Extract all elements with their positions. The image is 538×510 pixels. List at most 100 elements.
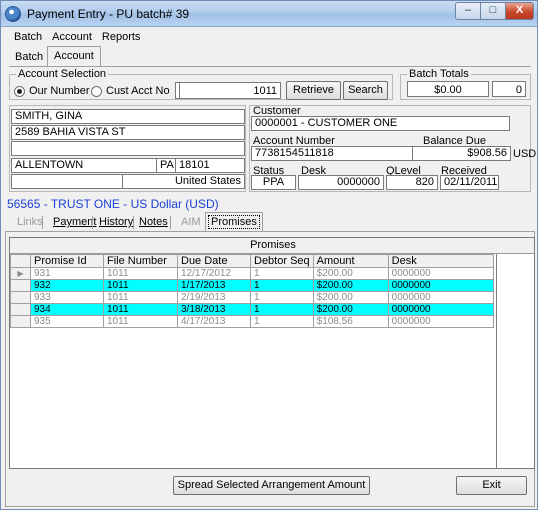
menu-reports[interactable]: Reports [97, 29, 146, 45]
cell-amount: $108.56 [312, 315, 389, 328]
maximize-button[interactable]: □ [481, 2, 506, 20]
cell-amount: $200.00 [312, 303, 389, 316]
cell-file-number: 1011 [103, 291, 178, 304]
address-line-3 [11, 141, 245, 156]
search-button-label: Search [348, 84, 383, 96]
debtor-name: SMITH, GINA [11, 109, 245, 124]
cell-due-date: 3/18/2013 [177, 303, 251, 316]
cust-acct-no-radio[interactable]: Cust Acct No [91, 85, 170, 97]
qlevel-field: 820 [386, 175, 438, 190]
tab-divider [9, 66, 531, 67]
table-row[interactable]: 932 1011 1/17/2013 1 $200.00 0000000 [10, 279, 494, 292]
tab-promises[interactable]: Promises [205, 212, 263, 232]
tab-batch[interactable]: Batch [9, 48, 49, 66]
tab-separator [170, 216, 171, 229]
cell-file-number: 1011 [103, 267, 178, 280]
balance-due-field: $908.56 [412, 146, 511, 161]
cell-desk: 0000000 [387, 315, 494, 328]
menu-batch[interactable]: Batch [9, 29, 47, 45]
row-selector[interactable]: ▶ [10, 267, 31, 280]
retrieve-button-label: Retrieve [293, 84, 334, 96]
address-state: PA [156, 158, 176, 173]
tab-aim[interactable]: AIM [181, 214, 201, 232]
tab-payment[interactable]: Payment [53, 214, 96, 232]
address-city: ALLENTOWN [11, 158, 157, 173]
title-bar[interactable]: Payment Entry - PU batch# 39 – □ X [1, 1, 537, 27]
cell-amount: $200.00 [312, 291, 389, 304]
cell-promise-id: 932 [30, 279, 104, 292]
current-row-arrow-icon: ▶ [17, 268, 24, 278]
radio-selected-icon [14, 85, 25, 97]
column-header-desk[interactable]: Desk [387, 254, 494, 268]
tab-links[interactable]: Links [17, 214, 43, 232]
row-selector[interactable] [10, 279, 31, 292]
address-street: 2589 BAHIA VISTA ST [11, 125, 245, 140]
exit-button-label: Exit [482, 479, 501, 491]
account-number-input[interactable]: 1011 [179, 82, 281, 99]
batch-total-amount: $0.00 [407, 81, 489, 97]
cell-desk: 0000000 [387, 303, 494, 316]
cust-acct-no-label: Cust Acct No [106, 85, 170, 97]
cell-desk: 0000000 [387, 267, 494, 280]
window-title: Payment Entry - PU batch# 39 [27, 7, 190, 21]
cell-debtor-seq: 1 [250, 303, 314, 316]
retrieve-button[interactable]: Retrieve [286, 81, 341, 100]
table-row[interactable]: 933 1011 2/19/2013 1 $200.00 0000000 [10, 291, 494, 304]
column-header-promise-id[interactable]: Promise Id [30, 254, 104, 268]
table-row[interactable]: ▶ 931 1011 12/17/2012 1 $200.00 0000000 [10, 267, 494, 280]
cell-file-number: 1011 [103, 279, 178, 292]
received-field: 02/11/2011 [440, 175, 499, 190]
tab-promises-label: Promises [208, 215, 260, 229]
spread-arrangement-button-label: Spread Selected Arrangement Amount [177, 479, 366, 491]
column-header-debtor-seq[interactable]: Debtor Seq [250, 254, 314, 268]
grid-body: ▶ 931 1011 12/17/2012 1 $200.00 0000000 932 1011… [10, 267, 494, 328]
row-selector[interactable] [10, 303, 31, 316]
cell-promise-id: 931 [30, 267, 104, 280]
our-number-label: Our Number [29, 85, 90, 97]
close-button[interactable]: X [506, 2, 534, 20]
cell-due-date: 4/17/2013 [177, 315, 251, 328]
search-button[interactable]: Search [343, 81, 388, 100]
menu-account[interactable]: Account [47, 29, 97, 45]
menu-bar: Batch Account Reports [9, 29, 145, 45]
column-header-amount[interactable]: Amount [312, 254, 389, 268]
cell-due-date: 12/17/2012 [177, 267, 251, 280]
tab-separator [133, 216, 134, 229]
cell-file-number: 1011 [103, 315, 178, 328]
cell-promise-id: 933 [30, 291, 104, 304]
address-country: United States [122, 174, 245, 189]
table-row[interactable]: 935 1011 4/17/2013 1 $108.56 0000000 [10, 315, 494, 328]
grid-empty-area [496, 254, 534, 468]
cell-amount: $200.00 [312, 267, 389, 280]
tab-account[interactable]: Account [47, 46, 101, 67]
tab-history[interactable]: History [99, 214, 133, 232]
row-selector[interactable] [10, 291, 31, 304]
account-selection-label: Account Selection [16, 68, 109, 80]
minimize-button[interactable]: – [455, 2, 481, 20]
promises-grid[interactable]: Promises Promise Id File Number Due Date… [9, 237, 535, 469]
cell-promise-id: 934 [30, 303, 104, 316]
trust-line: 56565 - TRUST ONE - US Dollar (USD) [7, 197, 219, 211]
cell-desk: 0000000 [387, 279, 494, 292]
currency-label: USD [513, 148, 537, 160]
row-selector[interactable] [10, 315, 31, 328]
our-number-radio[interactable]: Our Number [14, 85, 90, 97]
cell-debtor-seq: 1 [250, 291, 314, 304]
cell-promise-id: 935 [30, 315, 104, 328]
tab-notes[interactable]: Notes [139, 214, 168, 232]
column-header-file-number[interactable]: File Number [103, 254, 178, 268]
tab-separator [42, 216, 43, 229]
cell-due-date: 1/17/2013 [177, 279, 251, 292]
table-row[interactable]: 934 1011 3/18/2013 1 $200.00 0000000 [10, 303, 494, 316]
cell-due-date: 2/19/2013 [177, 291, 251, 304]
address-country-left [11, 174, 123, 189]
cell-file-number: 1011 [103, 303, 178, 316]
spread-arrangement-button[interactable]: Spread Selected Arrangement Amount [173, 476, 370, 495]
payment-entry-window: Payment Entry - PU batch# 39 – □ X Batch… [0, 0, 538, 510]
address-zip: 18101 [175, 158, 245, 173]
cell-debtor-seq: 1 [250, 267, 314, 280]
exit-button[interactable]: Exit [456, 476, 527, 495]
batch-total-count: 0 [492, 81, 526, 97]
column-header-due-date[interactable]: Due Date [177, 254, 251, 268]
cell-desk: 0000000 [387, 291, 494, 304]
